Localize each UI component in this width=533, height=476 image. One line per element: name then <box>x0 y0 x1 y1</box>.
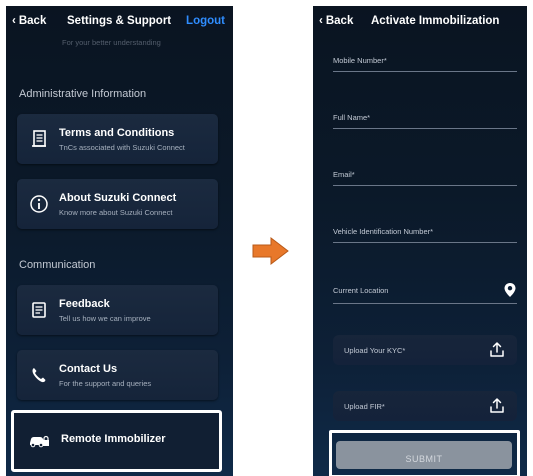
vin-field[interactable]: Vehicle Identification Number* <box>333 227 517 243</box>
card-subtitle: For the support and queries <box>59 379 152 388</box>
page-title: Activate Immobilization <box>371 15 500 27</box>
back-button[interactable]: ‹ Back <box>12 15 46 27</box>
section-header-communication: Communication <box>19 259 96 271</box>
full-name-field[interactable]: Full Name* <box>333 113 517 129</box>
activate-immobilization-screen: ‹ Back Activate Immobilization Mobile Num… <box>313 6 527 476</box>
upload-icon <box>490 342 504 357</box>
section-header-admin: Administrative Information <box>19 88 147 100</box>
card-title: Contact Us <box>59 363 118 375</box>
field-label: Full Name* <box>333 113 371 122</box>
field-underline <box>333 185 517 186</box>
field-underline <box>333 242 517 243</box>
card-subtitle: TnCs associated with Suzuki Connect <box>59 143 185 152</box>
card-subtitle: Know more about Suzuki Connect <box>59 208 173 217</box>
chevron-left-icon: ‹ <box>319 15 323 27</box>
upload-kyc-button[interactable]: Upload Your KYC* <box>333 335 517 365</box>
about-suzuki-card[interactable]: About Suzuki Connect Know more about Suz… <box>17 179 218 229</box>
right-arrow-icon <box>252 236 289 266</box>
field-label: Current Location <box>333 286 389 295</box>
remote-immobilizer-card[interactable]: Remote Immobilizer <box>11 410 222 472</box>
back-label: Back <box>325 15 354 27</box>
logout-button[interactable]: Logout <box>186 15 225 27</box>
field-underline <box>333 303 517 304</box>
email-field[interactable]: Email* <box>333 170 517 186</box>
faded-subtitle: For your better understanding <box>62 38 161 47</box>
upload-fir-button[interactable]: Upload FIR* <box>333 391 517 421</box>
top-bar: ‹ Back Settings & Support Logout <box>6 6 233 38</box>
card-title: About Suzuki Connect <box>59 192 177 204</box>
field-underline <box>333 128 517 129</box>
card-title: Feedback <box>59 298 110 310</box>
top-bar: ‹ Back Activate Immobilization <box>313 6 527 38</box>
back-label: Back <box>18 15 47 27</box>
feedback-icon <box>32 302 46 318</box>
field-label: Mobile Number* <box>333 56 387 65</box>
phone-icon <box>32 368 46 383</box>
field-underline <box>333 71 517 72</box>
card-subtitle: Tell us how we can improve <box>59 314 151 323</box>
card-title: Remote Immobilizer <box>61 433 166 445</box>
terms-conditions-card[interactable]: Terms and Conditions TnCs associated wit… <box>17 114 218 164</box>
mobile-number-field[interactable]: Mobile Number* <box>333 56 517 72</box>
settings-support-screen: ‹ Back Settings & Support Logout For your… <box>6 6 233 476</box>
page-title: Settings & Support <box>67 15 172 27</box>
upload-label: Upload Your KYC* <box>344 346 406 355</box>
field-label: Email* <box>333 170 355 179</box>
car-lock-icon <box>30 435 49 448</box>
back-button[interactable]: ‹ Back <box>319 15 353 27</box>
card-title: Terms and Conditions <box>59 127 175 139</box>
current-location-field[interactable]: Current Location <box>333 283 517 304</box>
submit-button[interactable]: SUBMIT <box>336 441 512 469</box>
contact-us-card[interactable]: Contact Us For the support and queries <box>17 350 218 400</box>
feedback-card[interactable]: Feedback Tell us how we can improve <box>17 285 218 335</box>
upload-icon <box>490 398 504 413</box>
chevron-left-icon: ‹ <box>12 15 16 27</box>
field-label: Vehicle Identification Number* <box>333 227 434 236</box>
document-icon <box>32 130 46 147</box>
upload-label: Upload FIR* <box>344 402 385 411</box>
submit-highlight-frame: SUBMIT <box>329 430 520 476</box>
location-pin-icon[interactable] <box>503 282 517 298</box>
info-icon <box>30 195 48 213</box>
